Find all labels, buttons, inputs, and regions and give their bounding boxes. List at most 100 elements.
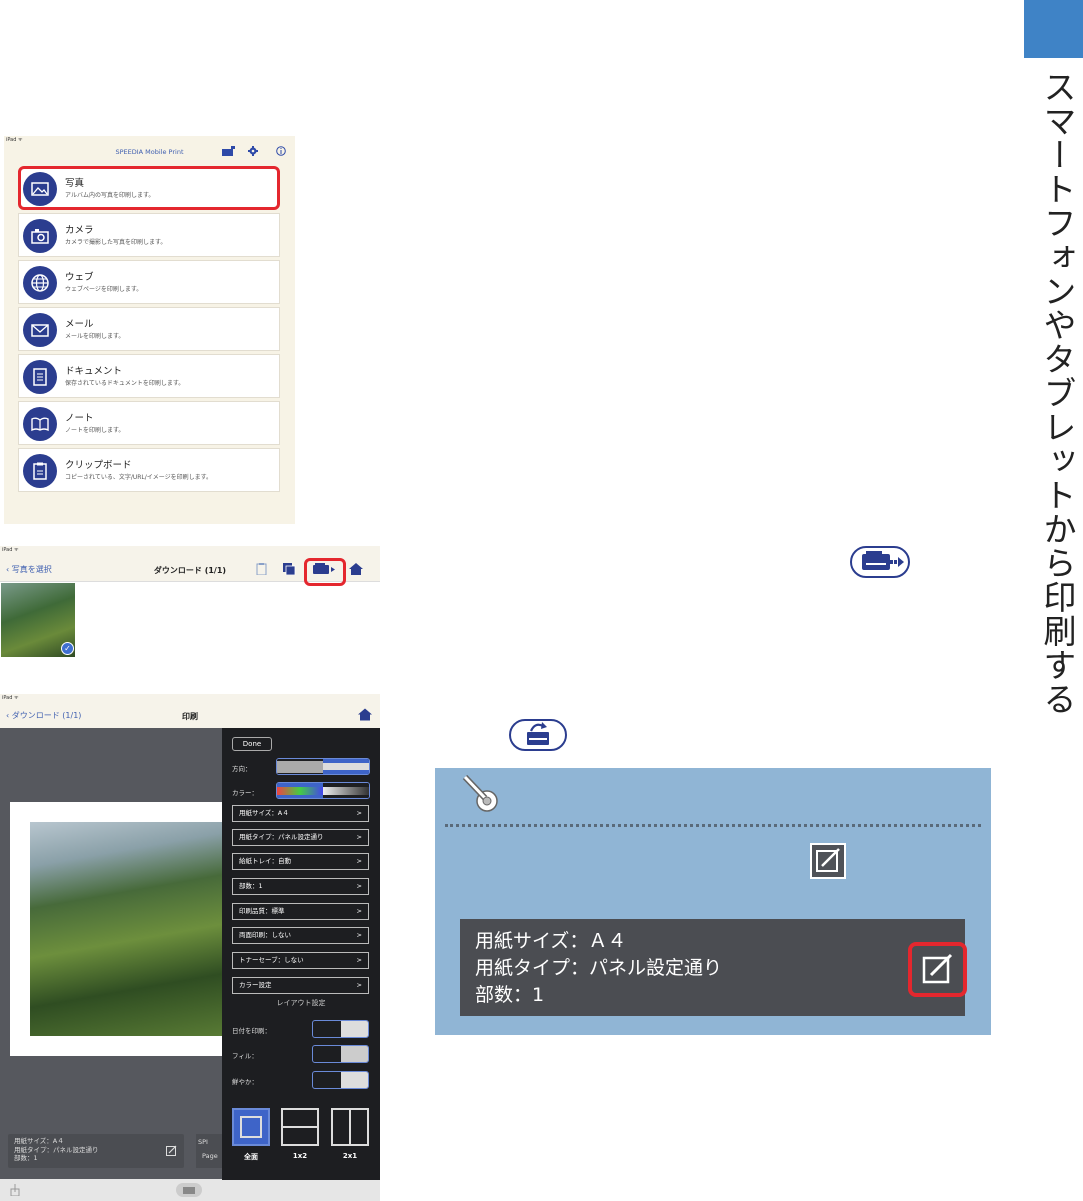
layout-2x1-option[interactable]	[331, 1108, 369, 1146]
info-paper-type: 用紙タイプ：パネル設定通り	[475, 957, 723, 979]
preview-photo	[30, 822, 222, 1036]
paper-tray-row[interactable]: 給紙トレイ：自動 >	[232, 853, 369, 870]
chevron-right-icon: >	[356, 931, 362, 939]
home-icon[interactable]	[358, 708, 372, 721]
menu-item-web[interactable]: ウェブ ウェブページを印刷します。	[18, 260, 280, 304]
menu-item-title: ノート	[65, 413, 94, 424]
direction-toggle[interactable]	[276, 758, 370, 775]
menu-item-title: 写真	[65, 178, 85, 189]
status-bar: iPad ᯤ	[2, 547, 19, 553]
row-label: 両面印刷：しない	[239, 931, 291, 939]
menu-item-title: メール	[65, 319, 94, 330]
menu-item-note[interactable]: ノート ノートを印刷します。	[18, 401, 280, 445]
printer-status-icon[interactable]	[222, 146, 235, 156]
menu-item-desc: ノートを印刷します。	[65, 427, 125, 434]
fill-label: フィル：	[232, 1052, 258, 1060]
duplex-row[interactable]: 両面印刷：しない >	[232, 927, 369, 944]
color-label: カラー：	[232, 789, 258, 797]
print-icon	[850, 546, 910, 578]
pen-icon	[462, 774, 498, 812]
status-bar: iPad ᯤ	[2, 695, 19, 701]
row-label: 用紙サイズ：A４	[239, 809, 289, 817]
direction-label: 方向：	[232, 765, 252, 773]
date-toggle[interactable]	[312, 1020, 369, 1038]
chapter-title: スマートフォンやタブレットから印刷する	[1038, 70, 1077, 716]
layout-label: 2x1	[342, 1152, 358, 1160]
paper-size-row[interactable]: 用紙サイズ：A４ >	[232, 805, 369, 822]
back-label: 写真を選択	[11, 565, 52, 574]
chevron-right-icon: >	[356, 809, 362, 817]
settings-panel: Done 方向： カラー： 用紙サイズ：A４ > 用紙タイプ：パネル設定通り > 給…	[222, 728, 380, 1180]
quality-row[interactable]: 印刷品質：標準 >	[232, 903, 369, 920]
row-label: 用紙タイプ：パネル設定通り	[239, 833, 324, 841]
fill-on-option[interactable]	[313, 1046, 341, 1062]
nav-title: ダウンロード (1/1)	[153, 566, 227, 575]
info-paper-size: 用紙サイズ：A４	[14, 1137, 64, 1145]
nav-title: 印刷	[182, 712, 198, 721]
check-icon: ✓	[61, 642, 74, 655]
gear-icon[interactable]	[248, 146, 258, 156]
edit-icon[interactable]	[166, 1145, 177, 1156]
camera-icon	[23, 219, 57, 253]
menu-item-title: カメラ	[65, 225, 94, 236]
printer-stub[interactable]: SPI Page	[196, 1134, 222, 1168]
chevron-right-icon: >	[356, 882, 362, 890]
clipboard-icon[interactable]	[255, 563, 269, 575]
menu-item-photo[interactable]: 写真 アルバム内の写真を印刷します。	[18, 166, 280, 210]
vivid-on-option[interactable]	[313, 1072, 341, 1088]
chevron-right-icon: >	[356, 833, 362, 841]
copies-icon[interactable]	[283, 563, 297, 575]
vivid-off-option[interactable]	[340, 1072, 368, 1088]
info-icon[interactable]	[276, 146, 286, 156]
toner-save-row[interactable]: トナーセーブ：しない >	[232, 952, 369, 969]
back-button[interactable]: ‹ 写真を選択	[6, 564, 52, 575]
menu-item-clipboard[interactable]: クリップボード コピーされている、文字/URL/イメージを印刷します。	[18, 448, 280, 492]
portrait-option[interactable]	[277, 759, 323, 774]
copies-row[interactable]: 部数：1 >	[232, 878, 369, 895]
photo-icon	[23, 172, 57, 206]
back-button[interactable]: ‹ ダウンロード (1/1)	[6, 710, 81, 721]
paper-type-row[interactable]: 用紙タイプ：パネル設定通り >	[232, 829, 369, 846]
print-screenshot: iPad ᯤ ‹ ダウンロード (1/1) 印刷 用紙サイズ：A４ 用紙タイプ：…	[0, 694, 380, 1201]
color-setting-row[interactable]: カラー設定 >	[232, 977, 369, 994]
share-icon[interactable]	[10, 1184, 20, 1196]
layout-1x2-option[interactable]	[281, 1108, 319, 1146]
mail-icon	[23, 313, 57, 347]
info-copies: 部数：1	[14, 1154, 38, 1162]
done-button[interactable]: Done	[232, 737, 272, 751]
chevron-right-icon: >	[356, 981, 362, 989]
printer-stub-label: SPI	[198, 1138, 208, 1146]
back-label: ダウンロード (1/1)	[11, 711, 82, 720]
fill-toggle[interactable]	[312, 1045, 369, 1063]
color-option[interactable]	[277, 783, 323, 798]
color-toggle[interactable]	[276, 782, 370, 799]
menu-item-camera[interactable]: カメラ カメラで撮影した写真を印刷します。	[18, 213, 280, 257]
mono-option[interactable]	[323, 783, 369, 798]
vivid-toggle[interactable]	[312, 1071, 369, 1089]
globe-icon	[23, 266, 57, 300]
print-execute-icon[interactable]	[176, 1183, 202, 1197]
menu-item-desc: コピーされている、文字/URL/イメージを印刷します。	[65, 474, 213, 481]
fill-off-option[interactable]	[340, 1046, 368, 1062]
menu-item-desc: メールを印刷します。	[65, 333, 125, 340]
menu-item-desc: ウェブページを印刷します。	[65, 286, 143, 293]
menu-item-mail[interactable]: メール メールを印刷します。	[18, 307, 280, 351]
menu-item-document[interactable]: ドキュメント 保存されているドキュメントを印刷します。	[18, 354, 280, 398]
row-label: 部数：1	[239, 882, 263, 890]
nav-bar: iPad ᯤ ‹ ダウンロード (1/1) 印刷	[0, 694, 380, 728]
row-label: 印刷品質：標準	[239, 907, 285, 915]
dotted-divider	[445, 824, 981, 827]
menu-item-desc: カメラで撮影した写真を印刷します。	[65, 239, 167, 246]
info-paper-type: 用紙タイプ：パネル設定通り	[14, 1145, 99, 1154]
landscape-option[interactable]	[323, 759, 369, 774]
row-label: トナーセーブ：しない	[239, 956, 304, 964]
date-off-option[interactable]	[340, 1021, 368, 1037]
edit-button-highlight[interactable]	[908, 942, 967, 997]
home-icon[interactable]	[349, 563, 363, 575]
date-on-option[interactable]	[313, 1021, 341, 1037]
menu-item-title: クリップボード	[65, 460, 132, 471]
print-info-panel: 用紙サイズ：A４ 用紙タイプ：パネル設定通り 部数：1	[8, 1134, 184, 1168]
layout-full-option[interactable]	[232, 1108, 270, 1146]
menu-item-title: ウェブ	[65, 272, 94, 283]
chapter-tab	[1024, 0, 1083, 58]
